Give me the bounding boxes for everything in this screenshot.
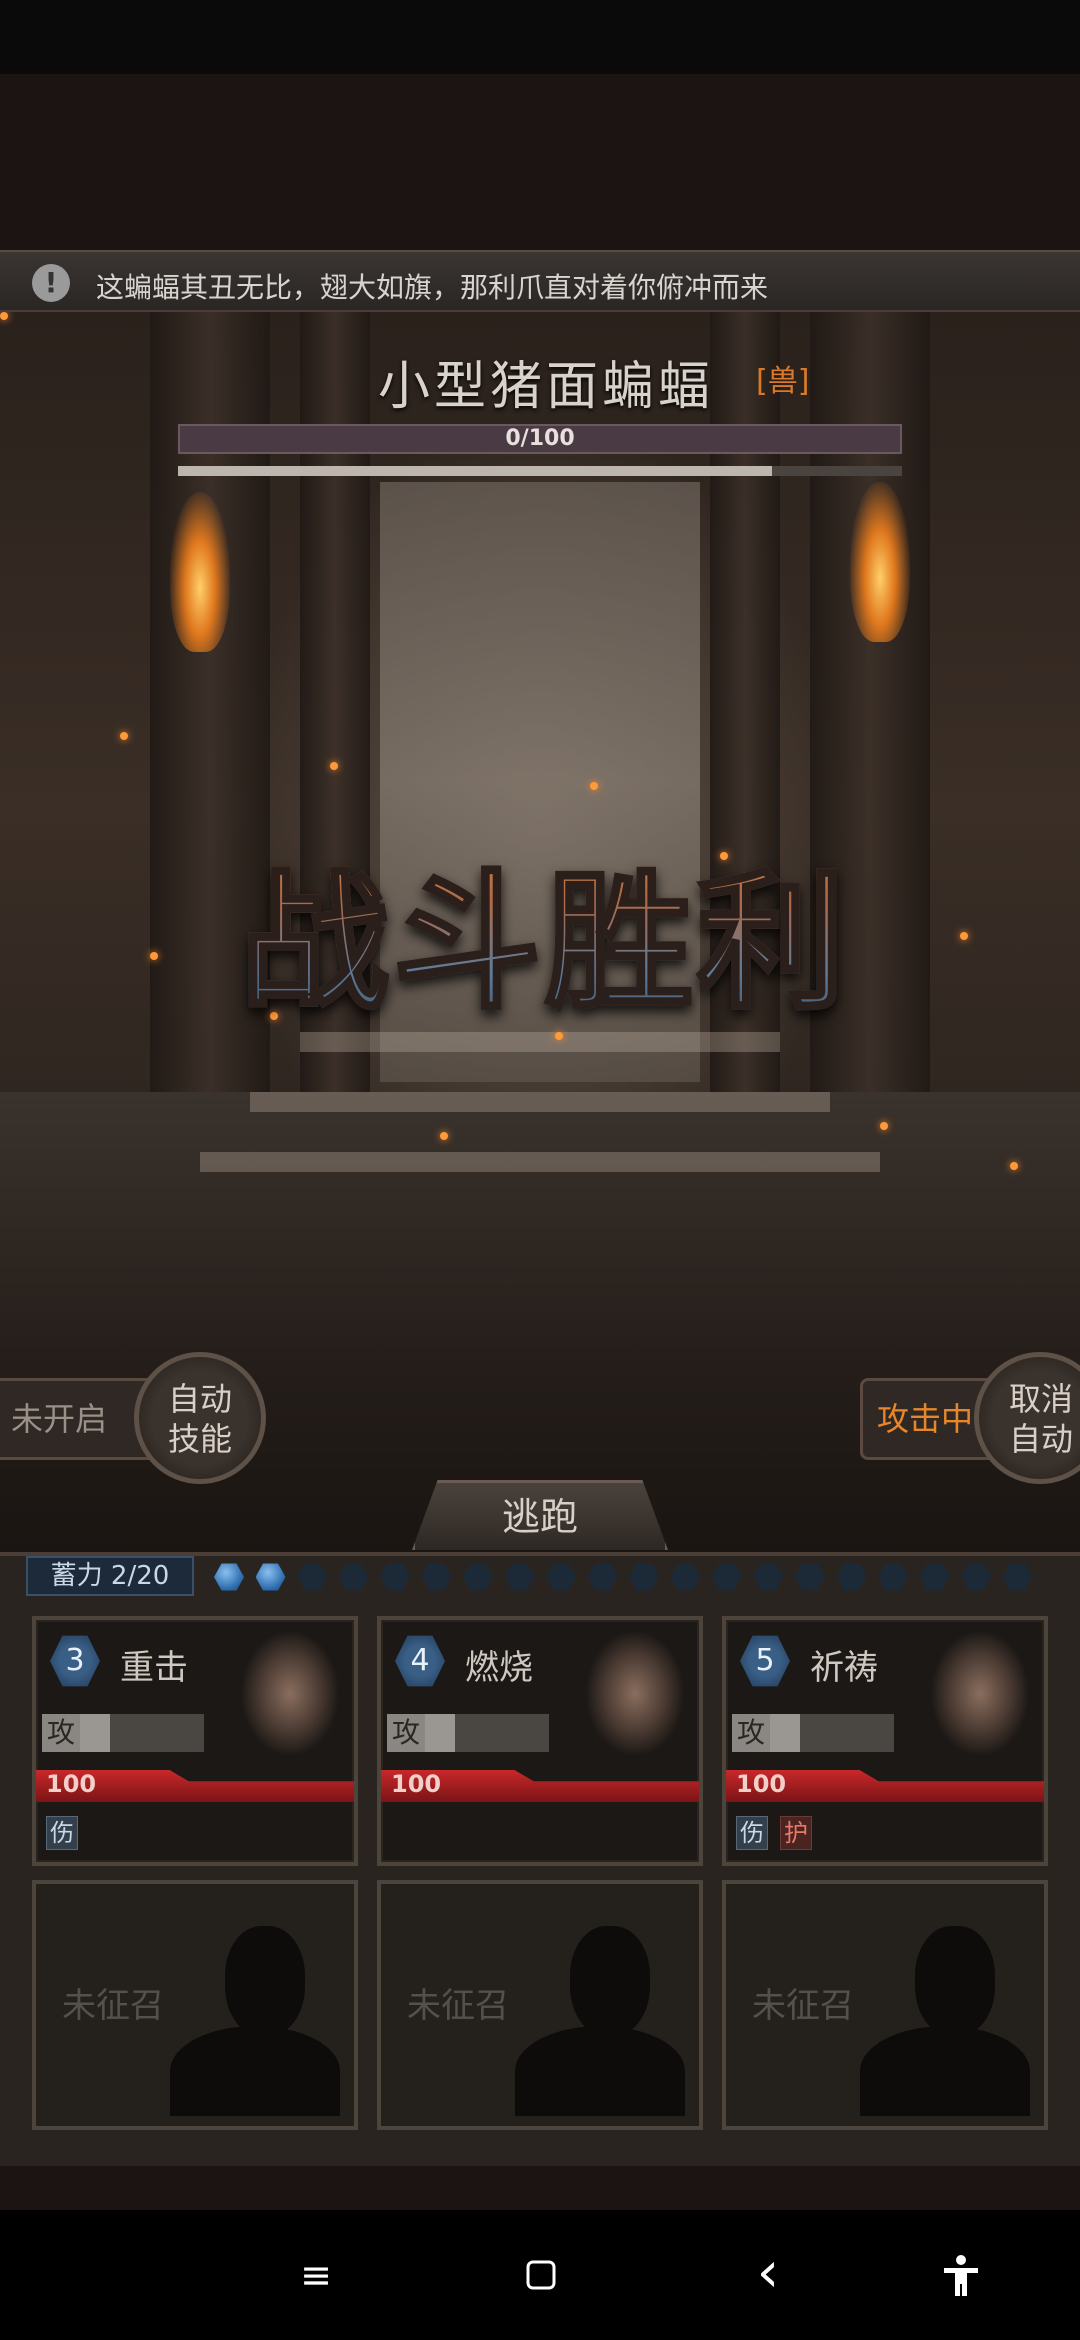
flee-button[interactable]: 逃跑 <box>412 1480 668 1550</box>
charge-orb-empty <box>836 1563 867 1591</box>
empty-slot-label: 未征召 <box>62 1986 164 2026</box>
attack-label: 攻 <box>732 1714 770 1752</box>
enemy-sub-bar <box>178 466 902 476</box>
ember-particle <box>1010 1162 1018 1170</box>
charge-orb-empty <box>629 1563 659 1591</box>
charge-orb-empty <box>380 1563 410 1591</box>
character-portrait <box>200 1624 350 1778</box>
charge-orb-empty <box>338 1563 369 1591</box>
navigation-bar: ≡ ‹ <box>0 2210 1080 2340</box>
empty-slot-3[interactable]: 未征召 <box>722 1880 1048 2130</box>
charge-orb-empty <box>753 1563 784 1591</box>
charge-orb-empty <box>421 1563 452 1591</box>
menu-icon[interactable]: ≡ <box>296 2250 336 2300</box>
ember-particle <box>590 782 598 790</box>
character-portrait <box>545 1624 695 1778</box>
ember-particle <box>880 1122 888 1130</box>
battle-scene: 小型猪面蝙蝠 [兽] 0/100 战斗胜利 未开启 自动 技能 攻击中 取消 自… <box>0 312 1080 1552</box>
attack-label: 攻 <box>387 1714 425 1752</box>
charge-orb-empty <box>1002 1563 1033 1591</box>
enemy-type-badge: [兽] <box>756 364 810 399</box>
ember-particle <box>330 762 338 770</box>
charge-orb-empty <box>795 1563 825 1591</box>
back-icon[interactable]: ‹ <box>748 2245 788 2301</box>
damage-tag: 伤 <box>736 1816 768 1850</box>
enemy-name: 小型猪面蝙蝠 <box>378 357 715 417</box>
hp-value: 100 <box>46 1770 97 1798</box>
auto-skill-button[interactable]: 自动 技能 <box>134 1352 266 1484</box>
character-card-3[interactable]: 5 祈祷 攻 100 伤 护 <box>722 1616 1048 1866</box>
attack-bar: 攻 <box>42 1714 204 1752</box>
charge-orb-empty <box>463 1563 493 1591</box>
enemy-hp-text: 0/100 <box>505 426 575 451</box>
character-card-2[interactable]: 4 燃烧 攻 100 <box>377 1616 703 1866</box>
character-portrait <box>890 1624 1040 1778</box>
stair-step <box>200 1152 880 1172</box>
notice-text: 这蝙蝠其丑无比，翅大如旗，那利爪直对着你俯冲而来 <box>96 271 769 304</box>
charge-orb-empty <box>297 1563 327 1591</box>
bottom-strip <box>0 2166 1080 2210</box>
top-spacer <box>0 74 1080 250</box>
charge-orb-empty <box>919 1563 950 1591</box>
torch-flame-right <box>850 482 910 642</box>
skill-name: 重击 <box>120 1648 188 1688</box>
charge-meter <box>210 1560 1050 1594</box>
charge-orb-empty <box>712 1563 742 1591</box>
level-badge-icon: 5 <box>740 1635 790 1687</box>
charge-orb-filled <box>214 1563 244 1591</box>
charge-orb-empty <box>670 1563 701 1591</box>
victory-banner: 战斗胜利 <box>205 822 885 1037</box>
status-bar <box>0 0 1080 74</box>
stair-step <box>250 1092 830 1112</box>
silhouette-icon <box>170 1916 340 2116</box>
empty-slot-label: 未征召 <box>407 1986 509 2026</box>
enemy-hp-bar: 0/100 <box>178 424 902 454</box>
skill-name: 祈祷 <box>810 1648 878 1688</box>
notice-bar: ! 这蝙蝠其丑无比，翅大如旗，那利爪直对着你俯冲而来 <box>0 250 1080 312</box>
damage-tag: 伤 <box>46 1816 78 1850</box>
charge-orb-empty <box>504 1563 535 1591</box>
attack-bar-fill <box>425 1714 455 1752</box>
silhouette-icon <box>515 1916 685 2116</box>
attack-label: 攻 <box>42 1714 80 1752</box>
guard-tag: 护 <box>780 1816 812 1850</box>
hp-value: 100 <box>736 1770 787 1798</box>
attack-bar-fill <box>80 1714 110 1752</box>
ember-particle <box>440 1132 448 1140</box>
charge-orb-empty <box>961 1563 991 1591</box>
ember-particle <box>150 952 158 960</box>
charge-orb-empty <box>878 1563 908 1591</box>
accessibility-icon[interactable] <box>936 2250 986 2310</box>
charge-orb-filled <box>255 1563 286 1591</box>
attack-bar-fill <box>770 1714 800 1752</box>
hp-value: 100 <box>391 1770 442 1798</box>
alert-icon: ! <box>32 264 70 302</box>
attack-bar: 攻 <box>387 1714 549 1752</box>
home-icon[interactable] <box>520 2250 562 2303</box>
torch-flame-left <box>170 492 230 652</box>
auto-skill-label-2: 技能 <box>167 1420 232 1458</box>
level-badge-icon: 4 <box>395 1635 445 1687</box>
charge-label: 蓄力 2/20 <box>26 1556 194 1596</box>
ember-particle <box>120 732 128 740</box>
cancel-auto-label-1: 取消 <box>1009 1380 1074 1418</box>
charge-orb-empty <box>587 1563 618 1591</box>
character-card-1[interactable]: 3 重击 攻 100 伤 <box>32 1616 358 1866</box>
auto-skill-label-1: 自动 <box>167 1380 232 1418</box>
charge-orb-empty <box>546 1563 576 1591</box>
empty-slot-2[interactable]: 未征召 <box>377 1880 703 2130</box>
ember-particle <box>960 932 968 940</box>
empty-slot-1[interactable]: 未征召 <box>32 1880 358 2130</box>
skill-name: 燃烧 <box>465 1648 533 1688</box>
ember-particle <box>0 312 8 320</box>
level-badge-icon: 3 <box>50 1635 100 1687</box>
empty-slot-label: 未征召 <box>752 1986 854 2026</box>
cancel-auto-label-2: 自动 <box>1009 1420 1074 1458</box>
attack-bar: 攻 <box>732 1714 894 1752</box>
enemy-sub-bar-fill <box>178 466 772 476</box>
silhouette-icon <box>860 1916 1030 2116</box>
